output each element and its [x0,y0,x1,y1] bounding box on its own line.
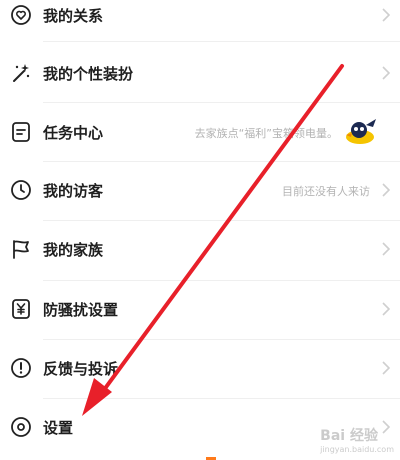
gear-icon [9,415,33,439]
menu-item-label: 我的家族 [43,241,104,259]
menu-item-label: 我的访客 [43,182,104,200]
menu-item-feedback[interactable]: 反馈与投诉 [0,339,400,398]
menu-item-task-center[interactable]: 任务中心 去家族点“福利”宝箱领电量。 [0,103,400,162]
menu-item-label: 我的关系 [43,7,104,25]
task-list-icon [9,120,33,144]
chevron-right-icon [381,242,391,256]
flag-icon [9,237,33,261]
menu-item-label: 任务中心 [43,124,104,142]
watermark-subtext: jingyan.baidu.com [320,445,394,454]
magic-wand-icon [9,61,33,85]
menu-item-label: 防骚扰设置 [43,301,119,319]
menu-item-relations[interactable]: 我的关系 [0,0,400,45]
heart-badge-icon [9,3,33,27]
menu-item-hint: 去家族点“福利”宝箱领电量。 [194,127,338,140]
divider [43,41,400,42]
chevron-right-icon [381,8,391,22]
chevron-right-icon [381,183,391,197]
chevron-right-icon [381,66,391,80]
menu-item-label: 反馈与投诉 [43,360,119,378]
exclamation-circle-icon [9,356,33,380]
menu-item-visitors[interactable]: 我的访客 目前还没有人来访 [0,161,400,220]
menu-item-personal-dress-up[interactable]: 我的个性装扮 [0,44,400,103]
clock-icon [9,178,33,202]
shield-yen-icon [9,297,33,321]
watermark-text: Bai 经验 [320,428,378,444]
chevron-right-icon [381,361,391,375]
menu-item-family[interactable]: 我的家族 [0,220,400,279]
menu-item-hint: 目前还没有人来访 [282,185,370,198]
menu-item-anti-harassment[interactable]: 防骚扰设置 [0,280,400,339]
mascot-icon [342,115,380,147]
chevron-right-icon [381,302,391,316]
watermark: Bai 经验 jingyan.baidu.com [320,425,394,454]
menu-item-label: 设置 [43,419,74,437]
menu-item-label: 我的个性装扮 [43,65,134,83]
